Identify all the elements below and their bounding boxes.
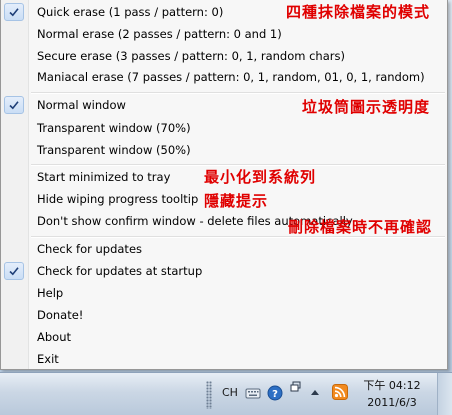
language-indicator[interactable]: CH	[222, 386, 238, 399]
menu-item-about[interactable]: About	[1, 327, 447, 347]
menu-item-exit[interactable]: Exit	[1, 349, 447, 369]
menu-item-label: Start minimized to tray	[37, 170, 171, 184]
menu-item-maniacal-erase[interactable]: Maniacal erase (7 passes / pattern: 0, 1…	[1, 67, 447, 87]
svg-text:?: ?	[272, 389, 278, 400]
clock-time: 下午 04:12	[363, 379, 421, 392]
menu-item-check-updates-startup[interactable]: Check for updates at startup	[1, 261, 447, 281]
checkmark-icon	[4, 262, 24, 280]
menu-item-label: Donate!	[37, 308, 84, 322]
clock-date: 2011/6/3	[367, 396, 417, 409]
menu-item-label: Check for updates	[37, 242, 143, 256]
menu-item-transparent-70[interactable]: Transparent window (70%)	[1, 118, 447, 138]
annotation-no-confirm: 刪除檔案時不再確認	[288, 218, 433, 236]
menu-item-label: Quick erase (1 pass / pattern: 0)	[37, 5, 224, 19]
menu-item-label: Normal erase (2 passes / pattern: 0 and …	[37, 27, 282, 41]
menu-item-check-updates[interactable]: Check for updates	[1, 239, 447, 259]
menu-item-transparent-50[interactable]: Transparent window (50%)	[1, 140, 447, 160]
menu-item-secure-erase[interactable]: Secure erase (3 passes / pattern: 0, 1, …	[1, 46, 447, 66]
menu-item-label: Help	[37, 286, 64, 300]
chevron-up-icon[interactable]	[310, 388, 320, 396]
system-clock[interactable]: 下午 04:12 2011/6/3	[360, 377, 424, 411]
menu-item-label: Hide wiping progress tooltip	[37, 192, 199, 206]
keyboard-icon[interactable]	[245, 385, 261, 401]
menu-item-label: About	[37, 330, 72, 344]
annotation-erase-modes: 四種抹除檔案的模式	[286, 3, 431, 21]
rss-feed-icon[interactable]	[332, 384, 348, 400]
show-desktop-button[interactable]	[437, 373, 452, 415]
help-icon[interactable]: ?	[267, 385, 283, 401]
taskbar-grip[interactable]	[206, 381, 212, 409]
menu-item-label: Secure erase (3 passes / pattern: 0, 1, …	[37, 49, 345, 63]
restore-window-icon[interactable]	[290, 381, 302, 393]
menu-item-help[interactable]: Help	[1, 283, 447, 303]
menu-item-label: Normal window	[37, 98, 126, 112]
annotation-hide-tooltip: 隱藏提示	[204, 192, 269, 210]
checkmark-icon	[4, 96, 24, 114]
menu-item-label: Transparent window (70%)	[37, 121, 191, 135]
menu-item-normal-erase[interactable]: Normal erase (2 passes / pattern: 0 and …	[1, 24, 447, 44]
menu-separator	[31, 92, 445, 94]
menu-item-label: Maniacal erase (7 passes / pattern: 0, 1…	[37, 70, 425, 84]
menu-item-donate[interactable]: Donate!	[1, 305, 447, 325]
annotation-minimize-tray: 最小化到系統列	[204, 168, 317, 186]
menu-item-label: Check for updates at startup	[37, 264, 203, 278]
menu-item-label: Exit	[37, 352, 59, 366]
annotation-transparency: 垃圾筒圖示透明度	[302, 98, 431, 116]
menu-item-label: Transparent window (50%)	[37, 143, 191, 157]
checkmark-icon	[4, 3, 24, 21]
taskbar: CH ? 下午 04:12 2011/6/3	[0, 372, 452, 415]
